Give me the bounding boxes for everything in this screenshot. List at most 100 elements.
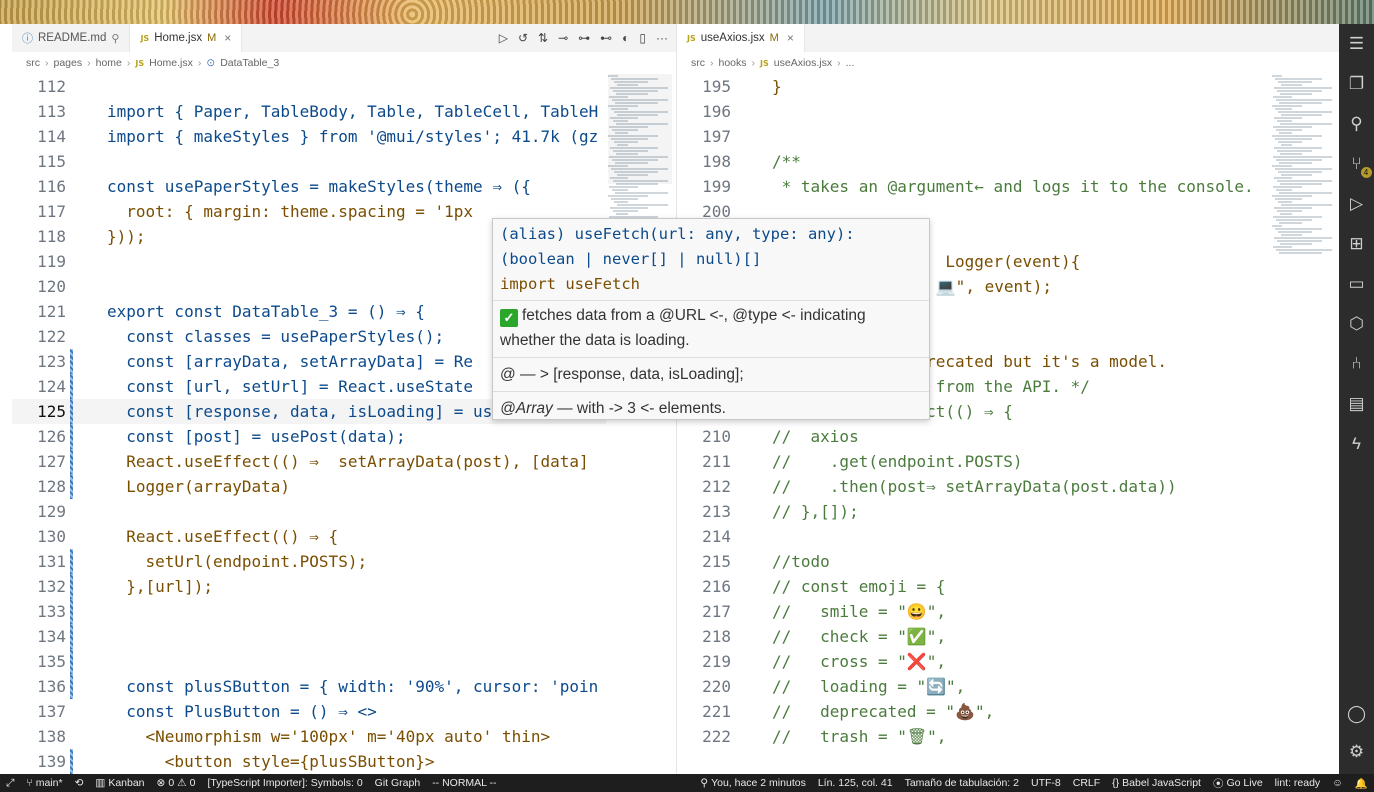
split-editor-icon[interactable]: ▯	[639, 31, 646, 45]
git-next-icon[interactable]: ⊷	[600, 31, 612, 45]
project-manager-icon[interactable]: ▤	[1345, 392, 1369, 416]
git-change-marker[interactable]	[70, 374, 73, 399]
code-line[interactable]: 216 // const emoji = {	[677, 574, 1270, 599]
code-line[interactable]: 220 // loading = "🔄",	[677, 674, 1270, 699]
compare-icon[interactable]: ⇅	[538, 31, 548, 45]
github-icon[interactable]: ◐	[622, 31, 629, 45]
history-icon[interactable]: ↺	[518, 31, 528, 45]
code-line[interactable]: 212 // .then(post⇒ setArrayData(post.data…	[677, 474, 1270, 499]
breadcrumb-item[interactable]: hooks	[719, 57, 747, 69]
code-line[interactable]: 195}	[677, 74, 1270, 99]
git-change-marker[interactable]	[70, 449, 73, 474]
go-live[interactable]: ⦿ Go Live	[1207, 776, 1269, 791]
code-line[interactable]: 134	[12, 624, 606, 649]
minimap[interactable]	[608, 74, 672, 774]
close-icon[interactable]: ×	[224, 31, 231, 45]
explorer-icon[interactable]: ❐	[1345, 72, 1369, 96]
breadcrumb-item[interactable]: Home.jsx	[149, 57, 193, 69]
code-line[interactable]: 213 // },[]);	[677, 499, 1270, 524]
remote-icon[interactable]: ⤢	[0, 777, 20, 790]
git-change-marker[interactable]	[70, 574, 73, 599]
lint-status[interactable]: lint: ready	[1269, 776, 1327, 791]
code-line[interactable]: 127 React.useEffect(() ⇒ setArrayData(po…	[12, 449, 606, 474]
source-control-icon[interactable]: ⑂ 4	[1345, 152, 1372, 178]
git-change-marker[interactable]	[70, 399, 73, 424]
end-of-line[interactable]: CRLF	[1067, 776, 1106, 791]
search-icon[interactable]: ⚲	[1345, 112, 1369, 136]
extensions-icon[interactable]: ⊞	[1345, 232, 1369, 256]
remote-explorer-icon[interactable]: ▭	[1345, 272, 1369, 296]
git-change-marker[interactable]	[70, 649, 73, 674]
code-line[interactable]: 218 // check = "✅",	[677, 624, 1270, 649]
code-editor[interactable]: 112 113 import { Paper, TableBody, Table, …	[12, 74, 606, 774]
tab-home-jsx[interactable]: JS Home.jsx M ×	[130, 24, 243, 52]
code-line[interactable]: 129	[12, 499, 606, 524]
more-actions-icon[interactable]: ···	[656, 31, 668, 45]
breadcrumb-item[interactable]: DataTable_3	[220, 57, 279, 69]
run-icon[interactable]: ▷	[499, 31, 508, 45]
git-change-marker[interactable]	[70, 624, 73, 649]
breadcrumb-item[interactable]: src	[26, 57, 40, 69]
tab-size[interactable]: Tamaño de tabulación: 2	[899, 776, 1025, 791]
language-mode[interactable]: {} Babel JavaScript	[1106, 776, 1207, 791]
breadcrumb-item[interactable]: src	[691, 57, 705, 69]
code-line[interactable]: 131 setUrl(endpoint.POSTS);	[12, 549, 606, 574]
breadcrumb-item[interactable]: pages	[54, 57, 83, 69]
thunder-client-icon[interactable]: ϟ	[1345, 432, 1369, 456]
code-line[interactable]: 210 // axios	[677, 424, 1270, 449]
code-line[interactable]: 116 const usePaperStyles = makeStyles(the…	[12, 174, 606, 199]
cursor-position[interactable]: Lín. 125, col. 41	[812, 776, 899, 791]
run-debug-icon[interactable]: ▷	[1345, 192, 1369, 216]
code-line[interactable]: 112	[12, 74, 606, 99]
git-change-marker[interactable]	[70, 749, 73, 774]
code-line[interactable]: 130 React.useEffect(() ⇒ {	[12, 524, 606, 549]
git-graph-status[interactable]: Git Graph	[369, 777, 427, 789]
code-line[interactable]: 199 * takes an @argument← and logs it to…	[677, 174, 1270, 199]
git-change-marker[interactable]	[70, 349, 73, 374]
code-line[interactable]: 214	[677, 524, 1270, 549]
code-line[interactable]: 128 Logger(arrayData)	[12, 474, 606, 499]
gear-icon[interactable]: ⚙	[1345, 740, 1369, 764]
code-line[interactable]: 136 const plusSButton = { width: '90%', …	[12, 674, 606, 699]
git-change-marker[interactable]	[70, 549, 73, 574]
code-line[interactable]: 215 //todo	[677, 549, 1270, 574]
breadcrumb-item[interactable]: useAxios.jsx	[774, 57, 832, 69]
git-change-marker[interactable]	[70, 599, 73, 624]
ts-importer-status[interactable]: [TypeScript Importer]: Symbols: 0	[201, 777, 368, 789]
tab-readme[interactable]: ⓘ README.md ⚲	[12, 24, 131, 52]
git-change-marker[interactable]	[70, 474, 73, 499]
close-icon[interactable]: ×	[787, 31, 794, 45]
problems-indicator[interactable]: ⊗ 0 ⚠ 0	[151, 777, 202, 789]
pin-icon[interactable]: ⚲	[111, 32, 119, 45]
git-prev-icon[interactable]: ⊶	[578, 31, 590, 45]
git-change-marker[interactable]	[70, 674, 73, 699]
feedback-icon[interactable]: ☺	[1326, 776, 1349, 791]
git-commit-icon[interactable]: ⊸	[558, 31, 568, 45]
code-line[interactable]: 222 // trash = "🗑",	[677, 724, 1270, 749]
sync-icon[interactable]: ⟲	[69, 777, 90, 789]
bell-icon[interactable]: 🔔	[1349, 776, 1374, 791]
code-line[interactable]: 133	[12, 599, 606, 624]
code-line[interactable]: 219 // cross = "❌",	[677, 649, 1270, 674]
breadcrumb-item[interactable]: ...	[846, 57, 855, 69]
code-line[interactable]: 198 /**	[677, 149, 1270, 174]
encoding[interactable]: UTF-8	[1025, 776, 1067, 791]
kanban-item[interactable]: ▥ Kanban	[89, 777, 150, 789]
code-line[interactable]: 126 const [post] = usePost(data);	[12, 424, 606, 449]
code-line[interactable]: 197	[677, 124, 1270, 149]
git-blame[interactable]: ⚲ You, hace 2 minutos	[694, 776, 811, 791]
menu-icon[interactable]: ☰	[1345, 32, 1369, 56]
code-line[interactable]: 135	[12, 649, 606, 674]
code-editor[interactable]: 195} 196 197 198 /** 199 * takes an @argument…	[677, 74, 1270, 774]
code-line[interactable]: 217 // smile = "😀",	[677, 599, 1270, 624]
branch-indicator[interactable]: ⑂ main*	[20, 777, 68, 789]
git-change-marker[interactable]	[70, 424, 73, 449]
code-line[interactable]: 114 import { makeStyles } from '@mui/styl…	[12, 124, 606, 149]
code-line[interactable]: 137 const PlusButton = () ⇒ <>	[12, 699, 606, 724]
code-line[interactable]: 113 import { Paper, TableBody, Table, Tab…	[12, 99, 606, 124]
breadcrumb-item[interactable]: home	[96, 57, 122, 69]
code-line[interactable]: 221 // deprecated = "💩",	[677, 699, 1270, 724]
minimap-slider[interactable]	[608, 74, 672, 184]
code-line[interactable]: 139 <button style={plusSButton}>	[12, 749, 606, 774]
git-graph-icon[interactable]: ⑃	[1345, 352, 1369, 376]
